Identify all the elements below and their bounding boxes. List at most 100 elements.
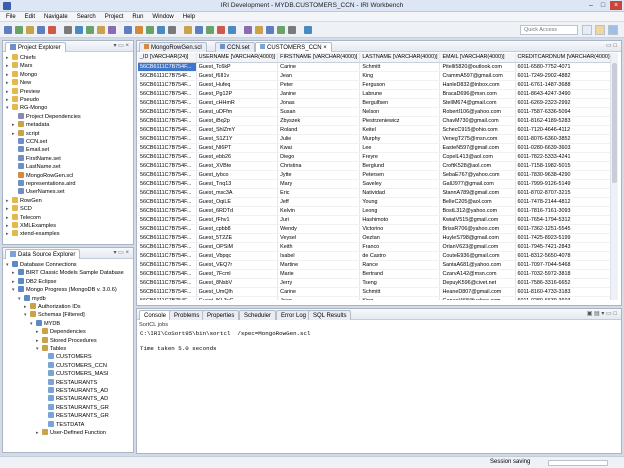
pin-icon[interactable] [304,26,312,34]
tree-item[interactable]: ▸ New [6,79,31,87]
tree-item[interactable]: ▾ MYDB [30,319,60,328]
table-cell[interactable]: King [359,71,441,81]
tree-item[interactable]: ▸ XMLExamples [6,222,56,230]
tree-item[interactable]: ▸ xtend-examples [6,230,60,238]
table-cell[interactable]: Guest_iBq2p [196,116,279,126]
tree-item[interactable]: UserNames.set [12,188,65,196]
tree-item[interactable]: RESTAURANTS [42,378,97,387]
table-cell[interactable]: Guest_5T2ZE [196,233,279,243]
mask-icon[interactable] [195,26,203,34]
debug-icon[interactable] [48,26,56,34]
tree-item[interactable]: RESTAURANTS_AD [42,395,108,403]
table-cell[interactable]: GallJ977@gmail.com [439,179,516,189]
table-cell[interactable]: 6011-8076-6360-3852 [515,134,616,144]
table-cell[interactable]: Pitelli5820@outlook.com [439,62,516,72]
table-cell[interactable]: DepuyK596@civet.net [439,278,516,288]
filter-icon[interactable] [168,26,176,34]
table-row[interactable]: 56CB6111C7B754F...Guest_lKL3yCJeanKingGe… [138,296,616,300]
tab-console[interactable]: Console [139,310,172,320]
table-cell[interactable]: Leong [359,206,441,216]
table-cell[interactable]: Kwai [277,143,361,153]
table-cell[interactable]: 6011-7362-1251-5545 [515,224,616,234]
table-cell[interactable]: 56CB6111C7B754F... [138,215,197,225]
iri-perspective-icon[interactable] [595,25,605,35]
tree-item[interactable]: ▸ DB2 Eclipse [12,277,56,286]
tree-item[interactable]: representations.aird [12,180,75,188]
table-cell[interactable]: Lee [359,143,441,153]
table-cell[interactable]: 56CB6111C7B754F... [138,161,197,171]
table-cell[interactable]: Jerry [277,278,361,288]
table-cell[interactable]: 6011-0280-6639-3603 [515,296,616,300]
table-cell[interactable]: KwiatV515@gmail.com [439,215,516,225]
stop-icon[interactable] [217,26,225,34]
table-cell[interactable]: 6011-7654-1794-5312 [515,215,616,225]
tree-item[interactable]: ▸ Authorization IDs [24,303,81,311]
table-cell[interactable]: 6011-7816-7161-3093 [515,206,616,216]
table-cell[interactable]: RobertI106@yahoo.com [439,107,516,117]
table-cell[interactable]: Saveley [359,179,441,189]
table-cell[interactable]: Janine [277,89,361,99]
table-cell[interactable]: StannA789@gmail.com [439,188,516,198]
table-cell[interactable]: 6011-6269-2323-2992 [515,98,616,108]
table-cell[interactable]: Guest_NI6PT [196,143,279,153]
table-cell[interactable]: Martine [277,260,361,270]
table-cell[interactable]: Guest_ShlZmY [196,125,279,135]
column-header[interactable]: FIRSTNAME [VARCHAR(4000)] [277,53,361,63]
tree-item[interactable]: ▸ Telecom [6,213,41,222]
table-cell[interactable]: SebaE767@yahoo.com [439,170,516,180]
menu-search[interactable]: Search [77,12,96,21]
table-cell[interactable]: 56CB6111C7B754F... [138,179,197,189]
table-cell[interactable]: Oeztan [359,233,441,243]
table-cell[interactable]: HanleD832@inbox.com [439,80,516,90]
prev-annotation-icon[interactable] [266,26,274,34]
table-cell[interactable]: Diego [277,152,361,162]
menu-navigate[interactable]: Navigate [44,12,68,21]
table-cell[interactable]: 6011-7830-9638-4290 [515,170,616,180]
table-cell[interactable]: Jeff [277,197,361,207]
tab-ccn-set[interactable]: CCN.set [215,42,255,52]
table-cell[interactable]: 6011-7097-7044-5468 [515,260,616,270]
table-cell[interactable]: Petersen [359,170,441,180]
report-icon[interactable] [184,26,192,34]
tree-item[interactable]: ▾ Schemas [Filtered] [24,311,85,319]
table-cell[interactable]: Guest_6RDTd [196,206,279,216]
table-cell[interactable]: 6011-8312-5650-4078 [515,251,616,261]
table-cell[interactable]: Guest_Hufeq [196,80,279,90]
table-cell[interactable]: CrammA597@gmail.com [439,71,516,81]
table-cell[interactable]: Jytte [277,170,361,180]
table-icon[interactable] [135,26,143,34]
table-cell[interactable]: BelleC205@aol.com [439,197,516,207]
table-cell[interactable]: HeaneD807@gmail.com [439,287,516,297]
tree-item[interactable]: RESTAURANTS_GR [42,403,109,412]
table-cell[interactable]: Piestrzeniewicz [359,116,441,126]
table-cell[interactable]: Julie [277,134,361,144]
editor-maximize-icon[interactable]: ▭ □ [606,42,617,49]
table-cell[interactable]: SantaA681@yahoo.com [439,260,516,270]
table-cell[interactable]: Guest_Tc6kP [196,62,279,72]
join-icon[interactable] [157,26,165,34]
generate-icon[interactable] [206,26,214,34]
tree-item[interactable]: RESTAURANTS_GR [42,412,109,420]
table-row[interactable]: 56CB6111C7B754F... Guest_ShlZmY Roland Keit… [138,125,616,135]
table-cell[interactable]: Ferguson [359,80,441,90]
table-cell[interactable]: Labrune [359,89,441,99]
table-row[interactable]: 56CB6111C7B754F... Guest_7Fcml Marie Bertra… [138,269,616,279]
table-cell[interactable]: Eric [277,188,361,198]
table-cell[interactable]: Schmitt [359,62,441,72]
table-cell[interactable]: 6011-7822-5333-4241 [515,152,616,162]
table-cell[interactable]: Christina [277,161,361,171]
table-cell[interactable]: HuyleS798@gmail.com [439,233,516,243]
table-cell[interactable]: 56CB6111C7B754F... [138,260,197,270]
tree-item[interactable]: ▸ script [12,129,39,138]
table-row[interactable]: 56CB6111C7B754F... Guest_cpbb8 Wendy Victor… [138,224,616,234]
menu-project[interactable]: Project [105,12,124,21]
table-cell[interactable]: Guest_lKL3yC [196,296,279,300]
table-cell[interactable]: Guest_ebb26 [196,152,279,162]
tree-item[interactable]: Project Dependencies [12,112,81,121]
table-cell[interactable]: Wendy [277,224,361,234]
table-row[interactable]: 56CB6111C7B754F... Guest_cHHmR Jonas Bergul… [138,98,616,108]
tab-properties[interactable]: Properties [202,310,240,320]
column-header[interactable]: EMAIL [VARCHAR(4000)] [439,53,516,63]
panel-menu-icon[interactable]: ▾ ▭ × [113,42,129,49]
table-cell[interactable]: Guest_iybco [196,170,279,180]
